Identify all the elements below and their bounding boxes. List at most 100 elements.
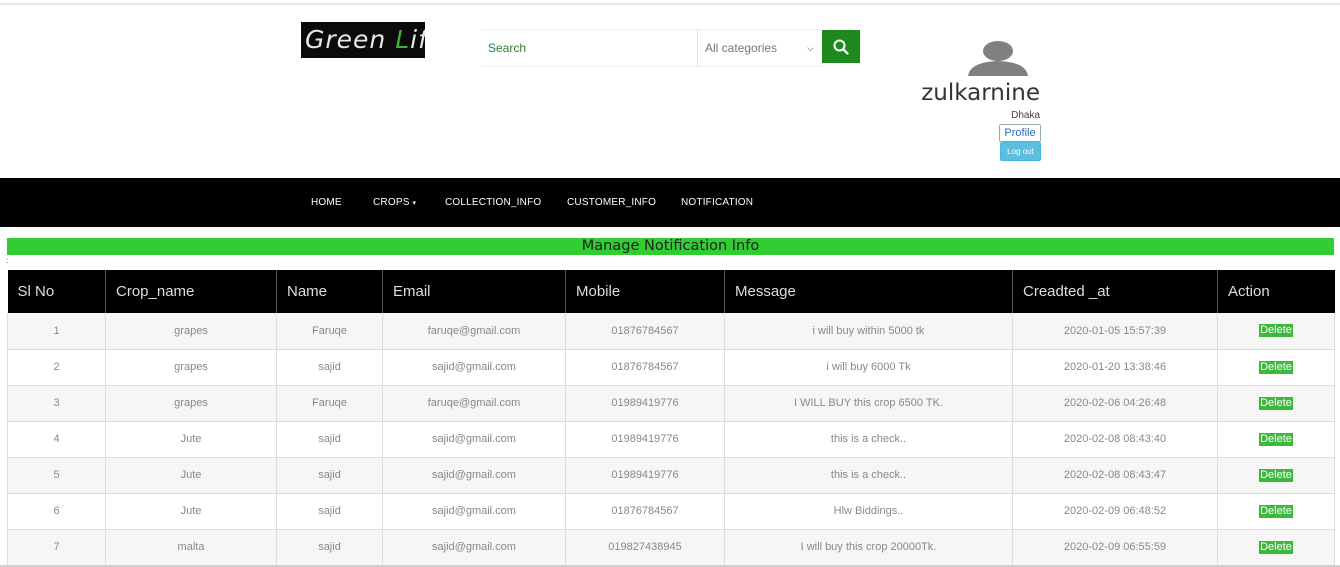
- delete-button[interactable]: Delete: [1259, 540, 1293, 554]
- cell-mobile: 019827438945: [565, 529, 725, 566]
- delete-button[interactable]: Delete: [1259, 324, 1293, 338]
- cell-name: sajid: [276, 349, 383, 386]
- table-row: 5 Jute sajid sajid@gmail.com 01989419776 this…: [7, 457, 1335, 494]
- cell-message: i will buy 6000 Tk: [724, 349, 1013, 386]
- cell-sl-no: 2: [7, 349, 106, 386]
- cell-message: i will buy within 5000 tk: [724, 313, 1013, 350]
- nav-crops[interactable]: CROPS ▾: [373, 178, 416, 227]
- cell-message: I will buy this crop 20000Tk.: [724, 529, 1013, 566]
- cell-crop-name: Jute: [105, 493, 277, 530]
- category-select[interactable]: All categories ⌵: [697, 29, 822, 67]
- cell-created-at: 2020-01-05 15:57:39: [1012, 313, 1218, 350]
- nav-collection-info[interactable]: COLLECTION_INFO: [445, 178, 541, 227]
- table-row: 4 Jute sajid sajid@gmail.com 01989419776 this…: [7, 421, 1335, 458]
- delete-button[interactable]: Delete: [1259, 396, 1293, 410]
- cell-email: sajid@gmail.com: [382, 349, 566, 386]
- header-crop-name: Crop_name: [105, 270, 277, 313]
- cell-message: Hlw Biddings..: [724, 493, 1013, 530]
- cell-crop-name: Jute: [105, 457, 277, 494]
- main-navbar: HOME CROPS ▾ COLLECTION_INFO CUSTOMER_IN…: [0, 178, 1340, 227]
- cell-crop-name: Jute: [105, 421, 277, 458]
- search-icon: [833, 39, 849, 55]
- cell-email: sajid@gmail.com: [382, 457, 566, 494]
- cell-action: Delete: [1217, 349, 1335, 386]
- delete-button[interactable]: Delete: [1259, 432, 1293, 446]
- cell-name: sajid: [276, 457, 383, 494]
- stray-colon-text: :: [6, 256, 9, 265]
- search-bar: All categories ⌵: [481, 29, 860, 67]
- cell-crop-name: grapes: [105, 385, 277, 422]
- header-sl-no: Sl No: [7, 270, 106, 313]
- cell-mobile: 01876784567: [565, 313, 725, 350]
- cell-name: Faruqe: [276, 313, 383, 350]
- cell-mobile: 01989419776: [565, 457, 725, 494]
- cell-sl-no: 5: [7, 457, 106, 494]
- category-selected-value: All categories: [705, 41, 778, 55]
- cell-created-at: 2020-02-08 08:43:40: [1012, 421, 1218, 458]
- cell-mobile: 01876784567: [565, 493, 725, 530]
- page-title: Manage Notification Info: [7, 238, 1334, 255]
- header-action: Action: [1217, 270, 1335, 313]
- header-email: Email: [382, 270, 566, 313]
- user-avatar-icon: [968, 41, 1028, 76]
- cell-created-at: 2020-02-09 06:48:52: [1012, 493, 1218, 530]
- search-button[interactable]: [822, 30, 860, 63]
- delete-button[interactable]: Delete: [1259, 360, 1293, 374]
- table-row: 7 malta sajid sajid@gmail.com 019827438945 I …: [7, 529, 1335, 566]
- green-life-logo[interactable]: Green Life: [301, 22, 425, 58]
- cell-email: faruqe@gmail.com: [382, 385, 566, 422]
- logout-button[interactable]: Log out: [1000, 142, 1041, 161]
- table-row: 1 grapes Faruqe faruqe@gmail.com 01876784567…: [7, 313, 1335, 350]
- cell-action: Delete: [1217, 421, 1335, 458]
- cell-mobile: 01989419776: [565, 421, 725, 458]
- header-created-at: Creadted _at: [1012, 270, 1218, 313]
- nav-crops-label: CROPS: [373, 197, 410, 208]
- caret-down-icon: ▾: [412, 200, 417, 207]
- cell-sl-no: 6: [7, 493, 106, 530]
- cell-name: sajid: [276, 421, 383, 458]
- header-name: Name: [276, 270, 383, 313]
- delete-button[interactable]: Delete: [1259, 468, 1293, 482]
- cell-mobile: 01876784567: [565, 349, 725, 386]
- header-mobile: Mobile: [565, 270, 725, 313]
- table-header-row: Sl No Crop_name Name Email Mobile Messag…: [7, 270, 1335, 313]
- username: zulkarnine: [921, 80, 1040, 106]
- table-row: 6 Jute sajid sajid@gmail.com 01876784567 Hlw …: [7, 493, 1335, 530]
- top-border: [0, 3, 1340, 5]
- cell-message: I WILL BUY this crop 6500 TK.: [724, 385, 1013, 422]
- nav-home[interactable]: HOME: [311, 178, 342, 227]
- header-message: Message: [724, 270, 1013, 313]
- cell-email: sajid@gmail.com: [382, 421, 566, 458]
- cell-name: sajid: [276, 493, 383, 530]
- user-city: Dhaka: [1011, 110, 1040, 121]
- nav-notification[interactable]: NOTIFICATION: [681, 178, 753, 227]
- table-row: 3 grapes Faruqe faruqe@gmail.com 01989419776…: [7, 385, 1335, 422]
- cell-crop-name: malta: [105, 529, 277, 566]
- cell-action: Delete: [1217, 529, 1335, 566]
- cell-action: Delete: [1217, 493, 1335, 530]
- delete-button[interactable]: Delete: [1259, 504, 1293, 518]
- nav-customer-info[interactable]: CUSTOMER_INFO: [567, 178, 656, 227]
- cell-action: Delete: [1217, 313, 1335, 350]
- cell-created-at: 2020-02-09 06:55:59: [1012, 529, 1218, 566]
- cell-sl-no: 4: [7, 421, 106, 458]
- search-input[interactable]: [481, 29, 697, 67]
- logo-text-accent: L: [395, 25, 411, 54]
- cell-created-at: 2020-02-06 04:26:48: [1012, 385, 1218, 422]
- cell-email: faruqe@gmail.com: [382, 313, 566, 350]
- cell-action: Delete: [1217, 457, 1335, 494]
- cell-email: sajid@gmail.com: [382, 493, 566, 530]
- cell-email: sajid@gmail.com: [382, 529, 566, 566]
- cell-crop-name: grapes: [105, 349, 277, 386]
- cell-name: sajid: [276, 529, 383, 566]
- cell-sl-no: 1: [7, 313, 106, 350]
- cell-crop-name: grapes: [105, 313, 277, 350]
- cell-mobile: 01989419776: [565, 385, 725, 422]
- table-row: 2 grapes sajid sajid@gmail.com 01876784567 i …: [7, 349, 1335, 386]
- profile-button[interactable]: Profile: [999, 124, 1041, 142]
- logo-text-part2: ife: [410, 25, 425, 54]
- cell-sl-no: 7: [7, 529, 106, 566]
- cell-created-at: 2020-02-08 08:43:47: [1012, 457, 1218, 494]
- cell-message: this is a check..: [724, 457, 1013, 494]
- cell-message: this is a check..: [724, 421, 1013, 458]
